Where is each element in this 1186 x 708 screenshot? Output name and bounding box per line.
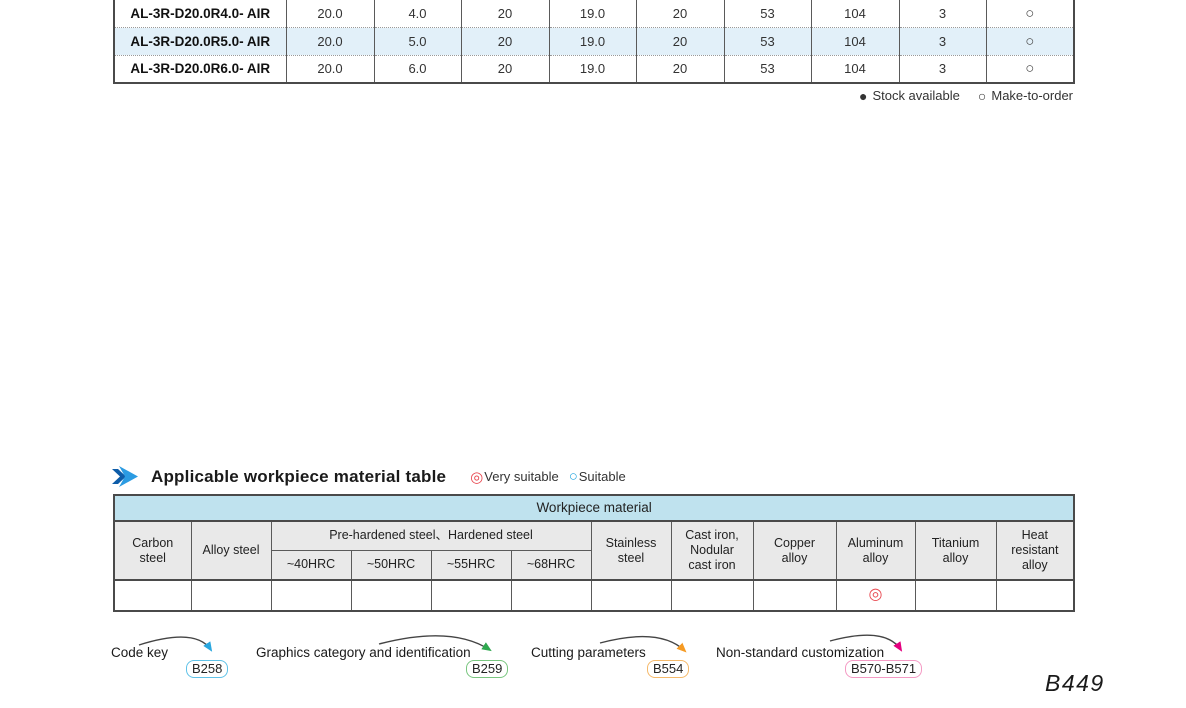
make-to-order-label: Make-to-order: [991, 88, 1073, 103]
header-carbon-steel: Carbon steel: [114, 521, 191, 580]
stock-available-label: Stock available: [872, 88, 959, 103]
value-cell: 20.0: [286, 0, 374, 27]
catalog-page: AL-3R-D20.0R4.0- AIR 20.0 4.0 20 19.0 20…: [0, 0, 1186, 708]
rating-cell-cast-iron: [671, 580, 753, 611]
workpiece-material-banner: Workpiece material: [114, 495, 1074, 521]
value-cell: 6.0: [374, 55, 461, 83]
rating-cell-titanium: [915, 580, 996, 611]
value-cell: 20: [461, 55, 549, 83]
value-cell: 20.0: [286, 27, 374, 55]
header-55hrc: ~55HRC: [431, 550, 511, 580]
value-cell: 4.0: [374, 0, 461, 27]
value-cell: 53: [724, 55, 811, 83]
header-hardened-steel-group: Pre-hardened steel、Hardened steel: [271, 521, 591, 550]
value-cell: 3: [899, 55, 986, 83]
header-alloy-steel: Alloy steel: [191, 521, 271, 580]
graphics-category-label: Graphics category and identification: [256, 645, 471, 660]
double-chevron-icon: [112, 466, 139, 487]
value-cell: 19.0: [549, 0, 636, 27]
section-heading: Applicable workpiece material table ◎ Ve…: [112, 466, 626, 487]
page-ref-b554[interactable]: B554: [647, 660, 689, 678]
very-suitable-label: Very suitable: [484, 469, 558, 484]
filled-circle-icon: ●: [859, 88, 867, 104]
open-circle-icon: ○: [978, 88, 986, 104]
page-ref-b259[interactable]: B259: [466, 660, 508, 678]
header-stainless-steel: Stainless steel: [591, 521, 671, 580]
rating-cell-heat: [996, 580, 1074, 611]
value-cell: 53: [724, 27, 811, 55]
code-key-label: Code key: [111, 645, 168, 660]
availability-cell make-to-order-icon: ○: [986, 0, 1074, 27]
value-cell: 20: [461, 0, 549, 27]
page-number: B449: [1045, 670, 1105, 697]
value-cell: 53: [724, 0, 811, 27]
availability-cell make-to-order-icon: ○: [986, 27, 1074, 55]
value-cell: 104: [811, 27, 899, 55]
model-cell: AL-3R-D20.0R6.0- AIR: [114, 55, 286, 83]
rating-cell-68hrc: [511, 580, 591, 611]
stock-legend: ● Stock available ○ Make-to-order: [113, 88, 1073, 104]
suitable-label: Suitable: [579, 469, 626, 484]
rating-cell-50hrc: [351, 580, 431, 611]
header-row-1: Carbon steel Alloy steel Pre-hardened st…: [114, 521, 1074, 550]
value-cell: 20: [636, 55, 724, 83]
rating-cell-alloy: [191, 580, 271, 611]
value-cell: 20: [461, 27, 549, 55]
double-circle-icon: ◎: [470, 468, 483, 486]
rating-cell-stainless: [591, 580, 671, 611]
cutting-parameters-label: Cutting parameters: [531, 645, 646, 660]
value-cell: 19.0: [549, 27, 636, 55]
suitability-legend: ◎ Very suitable ○ Suitable: [460, 468, 626, 486]
value-cell: 5.0: [374, 27, 461, 55]
non-standard-customization-label: Non-standard customization: [716, 645, 884, 660]
spec-row-highlighted: AL-3R-D20.0R5.0- AIR 20.0 5.0 20 19.0 20…: [114, 27, 1074, 55]
value-cell: 104: [811, 0, 899, 27]
header-aluminum-alloy: Aluminum alloy: [836, 521, 915, 580]
rating-cell-40hrc: [271, 580, 351, 611]
very-suitable-item: ◎ Very suitable: [470, 468, 559, 486]
rating-cell-carbon: [114, 580, 191, 611]
suitable-item: ○ Suitable: [569, 468, 626, 485]
value-cell: 19.0: [549, 55, 636, 83]
header-copper-alloy: Copper alloy: [753, 521, 836, 580]
value-cell: 20.0: [286, 55, 374, 83]
workpiece-table: Workpiece material Carbon steel Alloy st…: [113, 494, 1075, 612]
model-cell: AL-3R-D20.0R4.0- AIR: [114, 0, 286, 27]
rating-row: ◎: [114, 580, 1074, 611]
availability-cell make-to-order-icon: ○: [986, 55, 1074, 83]
model-cell: AL-3R-D20.0R5.0- AIR: [114, 27, 286, 55]
value-cell: 3: [899, 0, 986, 27]
header-68hrc: ~68HRC: [511, 550, 591, 580]
spec-row: AL-3R-D20.0R6.0- AIR 20.0 6.0 20 19.0 20…: [114, 55, 1074, 83]
rating-cell-55hrc: [431, 580, 511, 611]
banner-row: Workpiece material: [114, 495, 1074, 521]
value-cell: 20: [636, 0, 724, 27]
header-heat-resistant-alloy: Heat resistant alloy: [996, 521, 1074, 580]
header-cast-iron: Cast iron, Nodular cast iron: [671, 521, 753, 580]
value-cell: 104: [811, 55, 899, 83]
page-ref-b258[interactable]: B258: [186, 660, 228, 678]
section-title: Applicable workpiece material table: [151, 467, 446, 487]
rating-cell-copper: [753, 580, 836, 611]
value-cell: 3: [899, 27, 986, 55]
value-cell: 20: [636, 27, 724, 55]
page-ref-b570-b571[interactable]: B570-B571: [845, 660, 922, 678]
header-50hrc: ~50HRC: [351, 550, 431, 580]
spec-table: AL-3R-D20.0R4.0- AIR 20.0 4.0 20 19.0 20…: [113, 0, 1075, 84]
rating-cell-aluminum very-suitable-icon: ◎: [836, 580, 915, 611]
spec-row: AL-3R-D20.0R4.0- AIR 20.0 4.0 20 19.0 20…: [114, 0, 1074, 27]
header-titanium-alloy: Titanium alloy: [915, 521, 996, 580]
header-40hrc: ~40HRC: [271, 550, 351, 580]
open-circle-icon: ○: [569, 468, 578, 485]
